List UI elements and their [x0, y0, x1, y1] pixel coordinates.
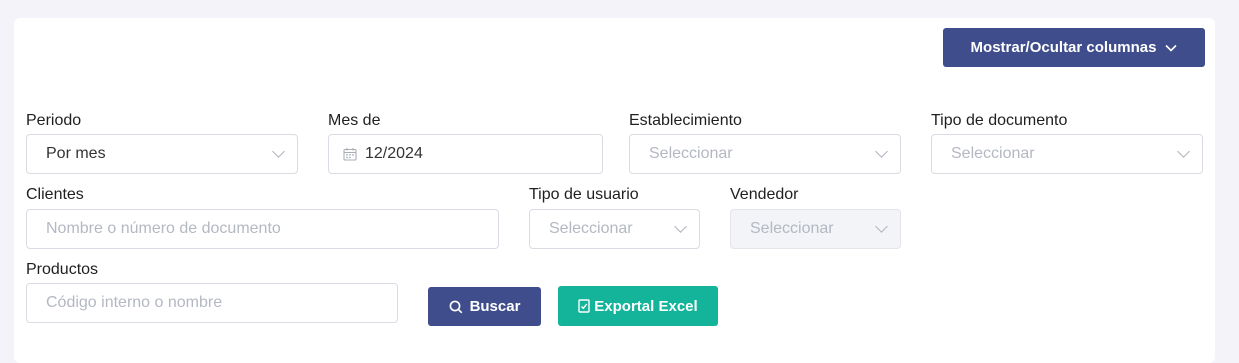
file-export-icon [578, 299, 590, 313]
clientes-label: Clientes [26, 186, 84, 203]
clientes-input[interactable]: Nombre o número de documento [26, 209, 499, 249]
productos-input[interactable]: Código interno o nombre [26, 283, 398, 323]
chevron-down-icon [1165, 44, 1178, 52]
vendedor-placeholder: Seleccionar [750, 220, 834, 237]
establecimiento-label: Establecimiento [629, 112, 742, 129]
export-excel-button[interactable]: Exportal Excel [558, 286, 718, 326]
mes-de-value: 12/2024 [365, 145, 423, 162]
export-excel-label: Exportal Excel [594, 297, 698, 315]
vendedor-select: Seleccionar [730, 209, 901, 249]
tipo-usuario-label: Tipo de usuario [529, 186, 639, 203]
chevron-down-icon [875, 145, 888, 158]
search-button[interactable]: Buscar [428, 287, 541, 326]
tipo-usuario-placeholder: Seleccionar [549, 220, 633, 237]
calendar-icon [343, 147, 357, 161]
show-hide-columns-label: Mostrar/Ocultar columnas [970, 39, 1157, 56]
chevron-down-icon [674, 220, 687, 233]
periodo-value: Por mes [46, 145, 106, 162]
tipo-documento-placeholder: Seleccionar [951, 145, 1035, 162]
tipo-documento-label: Tipo de documento [931, 112, 1068, 129]
tipo-usuario-select[interactable]: Seleccionar [529, 209, 700, 249]
chevron-down-icon [1177, 145, 1190, 158]
periodo-select[interactable]: Por mes [26, 134, 298, 174]
chevron-down-icon [272, 145, 285, 158]
productos-placeholder: Código interno o nombre [46, 294, 223, 311]
clientes-placeholder: Nombre o número de documento [46, 220, 281, 237]
periodo-label: Periodo [26, 112, 82, 129]
search-button-label: Buscar [469, 298, 521, 315]
tipo-documento-select[interactable]: Seleccionar [931, 134, 1203, 174]
vendedor-label: Vendedor [730, 186, 799, 203]
chevron-down-icon [875, 220, 888, 233]
show-hide-columns-button[interactable]: Mostrar/Ocultar columnas [943, 28, 1205, 67]
mes-de-label: Mes de [328, 112, 381, 129]
productos-label: Productos [26, 261, 99, 278]
mes-de-date-picker[interactable]: 12/2024 [328, 134, 603, 174]
search-icon [449, 300, 463, 314]
establecimiento-select[interactable]: Seleccionar [629, 134, 901, 174]
establecimiento-placeholder: Seleccionar [649, 145, 733, 162]
